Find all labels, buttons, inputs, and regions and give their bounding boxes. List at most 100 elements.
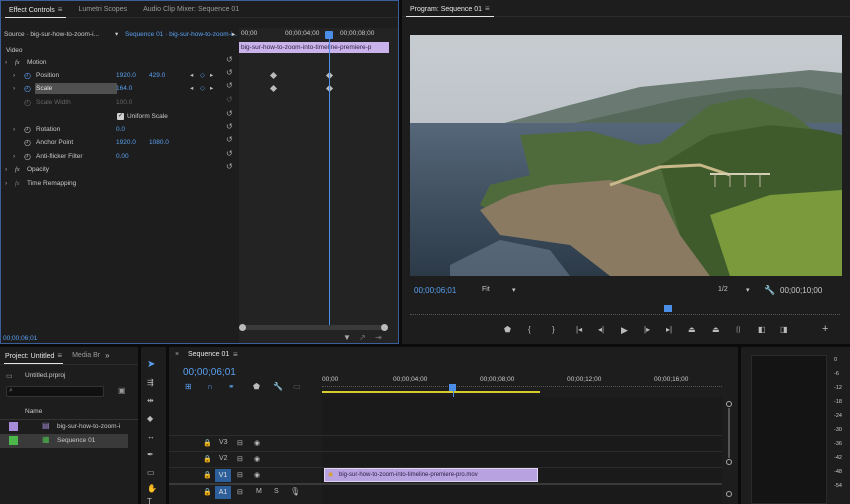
type-tool-icon[interactable]: T	[147, 497, 152, 504]
captions-icon[interactable]: ▭	[293, 382, 301, 392]
sync-lock-icon[interactable]: ⊟	[237, 455, 243, 463]
anchor-x-value[interactable]: 1920.0	[116, 136, 136, 149]
extract-icon[interactable]: ⏏	[712, 325, 720, 335]
track-header-a1[interactable]: 🔒 A1 ⊟ M S 🎙	[169, 485, 322, 500]
solo-button[interactable]: S	[274, 488, 279, 495]
timeline-playhead[interactable]	[449, 384, 456, 391]
fit-dropdown[interactable]: Fit ▾	[482, 286, 522, 294]
track-select-tool-icon[interactable]: ⇶	[147, 378, 154, 388]
timeline-clip-v1[interactable]: ◉ big-sur-how-to-zoom-into-timeline-prem…	[324, 468, 538, 482]
anchor-point-row[interactable]: ◴ Anchor Point 1920.0 1080.0	[1, 136, 239, 149]
scroll-handle-bottom[interactable]	[726, 459, 732, 465]
ec-playhead[interactable]	[325, 31, 333, 39]
tab-audio-clip-mixer[interactable]: Audio Clip Mixer: Sequence 01	[135, 1, 247, 18]
tab-sequence[interactable]: Sequence 01	[188, 351, 229, 358]
ec-zoom-scrollbar[interactable]	[241, 325, 387, 330]
lock-icon[interactable]: 🔒	[203, 488, 212, 496]
go-to-out-icon[interactable]: ▸|	[666, 325, 672, 335]
keyframe-diamond[interactable]	[269, 84, 278, 93]
ec-playhead-line[interactable]	[329, 32, 330, 328]
stopwatch-icon[interactable]: ◴	[24, 82, 31, 95]
scroll-handle-audio[interactable]	[726, 491, 732, 497]
next-keyframe-icon[interactable]: ▸	[210, 82, 213, 95]
chevron-right-icon[interactable]: ›	[13, 123, 15, 136]
mark-out-icon[interactable]: }	[552, 325, 555, 335]
ec-clip-bar[interactable]: big-sur-how-to-zoom-into-timeline-premie…	[239, 42, 389, 53]
position-row[interactable]: › ◴ Position 1920.0 429.0 ◂ ◇ ▸	[1, 69, 239, 82]
add-keyframe-icon[interactable]: ◇	[200, 69, 205, 82]
fx-icon[interactable]: fx	[15, 56, 20, 69]
list-item[interactable]: ▦ Sequence 01	[0, 434, 128, 448]
rectangle-tool-icon[interactable]: ▭	[147, 468, 155, 478]
program-video-frame[interactable]	[410, 35, 842, 276]
timeline-ruler[interactable]: 00;00 00;00;04;00 00;00;08;00 00;00;12;0…	[322, 369, 738, 395]
marker-icon[interactable]: ⬟	[504, 325, 511, 335]
snap-icon[interactable]: ∩	[207, 382, 213, 392]
filter-icon[interactable]: ▼	[343, 333, 351, 342]
scale-value[interactable]: 164.0	[116, 82, 132, 95]
reset-icon[interactable]: ↺	[226, 162, 233, 171]
stopwatch-icon[interactable]: ◴	[24, 123, 31, 136]
chevron-overflow-icon[interactable]: »	[105, 351, 109, 360]
work-area-bar[interactable]	[322, 391, 540, 393]
label-color-swatch[interactable]	[9, 422, 18, 431]
panel-menu-icon[interactable]: ≡	[233, 350, 238, 359]
sync-lock-icon[interactable]: ⊟	[237, 488, 243, 496]
track-header-v1[interactable]: 🔒 V1 ⊟ ◉	[169, 468, 322, 483]
ec-zoom-handle-right[interactable]	[381, 324, 388, 331]
next-keyframe-icon[interactable]: ▸	[210, 69, 213, 82]
anchor-y-value[interactable]: 1080.0	[149, 136, 169, 149]
step-back-icon[interactable]: ◂|	[598, 325, 604, 335]
track-target-v1[interactable]: V1	[215, 469, 231, 482]
wrench-icon[interactable]: 🔧	[273, 382, 283, 392]
close-icon[interactable]: ×	[175, 351, 179, 358]
reset-icon[interactable]: ↺	[226, 81, 233, 90]
ec-zoom-handle-left[interactable]	[239, 324, 246, 331]
add-keyframe-icon[interactable]: ◇	[200, 82, 205, 95]
play-icon[interactable]: ▶	[621, 325, 628, 335]
antiflicker-value[interactable]: 0.00	[116, 150, 129, 163]
rotation-value[interactable]: 0.0	[116, 123, 125, 136]
comparison-view-icon[interactable]: ◧	[758, 325, 766, 335]
mark-in-icon[interactable]: {	[528, 325, 531, 335]
ripple-edit-tool-icon[interactable]: ⇹	[147, 396, 154, 406]
track-header-v2[interactable]: 🔒 V2 ⊟ ◉	[169, 452, 322, 467]
mute-button[interactable]: M	[256, 488, 262, 495]
chevron-right-icon[interactable]: ›	[13, 69, 15, 82]
motion-row[interactable]: › fx Motion	[1, 56, 239, 69]
go-to-in-icon[interactable]: |◂	[576, 325, 582, 335]
ec-timecode[interactable]: 00;00;06;01	[3, 335, 37, 342]
timeline-vertical-scrollbar[interactable]	[724, 397, 733, 504]
lock-icon[interactable]: 🔒	[203, 455, 212, 463]
lock-icon[interactable]: 🔒	[203, 439, 212, 447]
step-forward-icon[interactable]: |▸	[644, 325, 650, 335]
tab-media-browser[interactable]: Media Br	[67, 347, 105, 364]
rotation-row[interactable]: › ◴ Rotation 0.0	[1, 123, 239, 136]
multicam-icon[interactable]: ◨	[780, 325, 788, 335]
position-x-value[interactable]: 1920.0	[116, 69, 136, 82]
nest-icon[interactable]: ⊞	[185, 382, 192, 392]
program-timecode[interactable]: 00;00;06;01	[414, 286, 456, 295]
project-item-name[interactable]: Sequence 01	[57, 437, 95, 444]
panel-menu-icon[interactable]: ≡	[58, 5, 63, 14]
tab-effect-controls[interactable]: Effect Controls ≡	[1, 1, 70, 18]
sequence-label[interactable]: Sequence 01 · big-sur-how-to-zoom-i...	[125, 28, 238, 41]
reset-icon[interactable]: ↺	[226, 122, 233, 131]
stopwatch-icon[interactable]: ◴	[24, 136, 31, 149]
fx-icon[interactable]: fx	[15, 163, 20, 176]
uniform-scale-row[interactable]: ✓ Uniform Scale	[1, 110, 239, 123]
slip-tool-icon[interactable]: ↔	[147, 432, 155, 442]
timeline-timecode[interactable]: 00;00;06;01	[183, 367, 236, 378]
reset-icon[interactable]: ↺	[226, 149, 233, 158]
source-label[interactable]: Source · big-sur-how-to-zoom-i...	[4, 31, 99, 38]
eye-icon[interactable]: ◉	[254, 455, 260, 463]
tab-project[interactable]: Project: Untitled ≡	[0, 347, 67, 364]
tab-program[interactable]: Program: Sequence 01 ≡	[402, 0, 498, 17]
scroll-handle-top[interactable]	[726, 401, 732, 407]
position-y-value[interactable]: 429.0	[149, 69, 165, 82]
hand-tool-icon[interactable]: ✋	[147, 484, 157, 494]
razor-tool-icon[interactable]: ◆	[147, 414, 153, 424]
new-bin-icon[interactable]: ▣	[118, 386, 126, 395]
track-target-a1[interactable]: A1	[215, 486, 231, 499]
add-marker-icon[interactable]: ⬟	[253, 382, 260, 392]
